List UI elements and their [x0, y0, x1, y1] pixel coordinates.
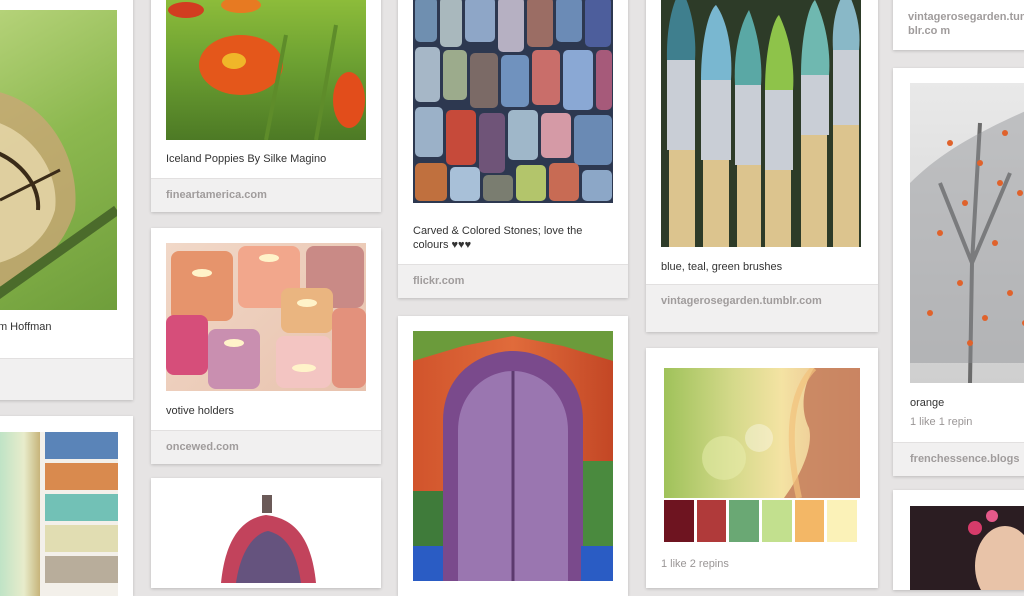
color-swatch: [794, 500, 825, 542]
pin-brushes[interactable]: blue, teal, green brushes vintagerosegar…: [646, 0, 878, 332]
color-swatch: [45, 463, 118, 490]
stones-illustration: [415, 0, 612, 201]
pin-stats: 1 like 2 repins: [661, 558, 729, 570]
pin-source-bar[interactable]: flickr.com: [398, 264, 628, 298]
color-swatch: [45, 556, 118, 583]
pin-stones[interactable]: Carved & Colored Stones; love the colour…: [398, 0, 628, 298]
portrait-image[interactable]: [910, 506, 1024, 590]
swatch-stack: [45, 432, 118, 587]
pin-source-bar[interactable]: [0, 358, 133, 400]
stones-image[interactable]: [413, 0, 613, 203]
pin-source-link[interactable]: fineartamerica.com: [166, 189, 267, 201]
pin-caption: orange: [910, 397, 945, 409]
pin-color-swatches[interactable]: [0, 416, 133, 596]
color-swatch: [729, 500, 760, 542]
pin-source-link[interactable]: vintagerosegarden.tumblr.co m: [908, 11, 1024, 37]
pin-source-link[interactable]: flickr.com: [413, 275, 464, 287]
color-swatch: [45, 494, 118, 521]
pin-tree[interactable]: orange 1 like 1 repin frenchessence.blog…: [893, 68, 1024, 476]
tree-illustration: [910, 111, 1024, 383]
candles-image[interactable]: [166, 243, 366, 391]
color-swatch: [696, 500, 727, 542]
brushes-illustration: [661, 0, 861, 247]
scarf-illustration: [221, 495, 316, 583]
candles-illustration: [166, 246, 366, 389]
pin-portrait[interactable]: [893, 490, 1024, 590]
pin-source-bar[interactable]: vintagerosegarden.tumblr.co m: [893, 0, 1024, 50]
door-illustration: [413, 331, 613, 581]
pin-source-bar[interactable]: frenchessence.blogs: [893, 442, 1024, 476]
portrait-silhouette: [702, 368, 860, 498]
tree-image[interactable]: [910, 83, 1024, 383]
palette-swatch-row: [664, 500, 860, 542]
pin-door[interactable]: [398, 316, 628, 596]
door-image[interactable]: [413, 331, 613, 581]
poppies-image[interactable]: [166, 0, 366, 140]
pin-source-bar[interactable]: vintagerosegarden.tumblr.com: [646, 284, 878, 332]
color-swatch: [827, 500, 858, 542]
pin-scarf[interactable]: [151, 478, 381, 588]
pin-caption: votive holders: [166, 405, 234, 417]
poppies-illustration: [168, 0, 365, 140]
pin-top-right[interactable]: vintagerosegarden.tumblr.co m: [893, 0, 1024, 50]
pin-source-link[interactable]: oncewed.com: [166, 441, 239, 453]
pin-candles[interactable]: votive holders oncewed.com: [151, 228, 381, 464]
butterfly-illustration: [0, 92, 117, 300]
pin-butterfly[interactable]: Jim Hoffman: [0, 0, 133, 400]
pin-caption: Jim Hoffman: [0, 321, 52, 333]
pin-caption: Carved & Colored Stones; love the colour…: [413, 225, 583, 251]
pin-stats: 1 like 1 repin: [910, 416, 973, 428]
pin-source-link[interactable]: vintagerosegarden.tumblr.com: [661, 295, 822, 307]
portrait-illustration: [968, 510, 1024, 590]
scarf-image[interactable]: [166, 493, 366, 583]
color-swatch: [45, 525, 118, 552]
pin-source-link[interactable]: frenchessence.blogs: [910, 453, 1019, 465]
pin-source-bar[interactable]: fineartamerica.com: [151, 178, 381, 212]
color-swatch: [664, 500, 694, 542]
building-photo: [0, 432, 40, 596]
pin-caption: blue, teal, green brushes: [661, 261, 783, 273]
pin-source-bar[interactable]: oncewed.com: [151, 430, 381, 464]
swatch-image[interactable]: [0, 432, 118, 596]
pin-poppies[interactable]: Iceland Poppies By Silke Magino finearta…: [151, 0, 381, 212]
pin-caption: Iceland Poppies By Silke Magino: [166, 153, 327, 165]
color-swatch: [762, 500, 792, 542]
butterfly-image[interactable]: [0, 10, 117, 310]
brushes-image[interactable]: [661, 0, 861, 247]
color-swatch: [45, 432, 118, 459]
palette-photo-image[interactable]: [664, 368, 860, 498]
pin-palette-photo[interactable]: 1 like 2 repins: [646, 348, 878, 588]
